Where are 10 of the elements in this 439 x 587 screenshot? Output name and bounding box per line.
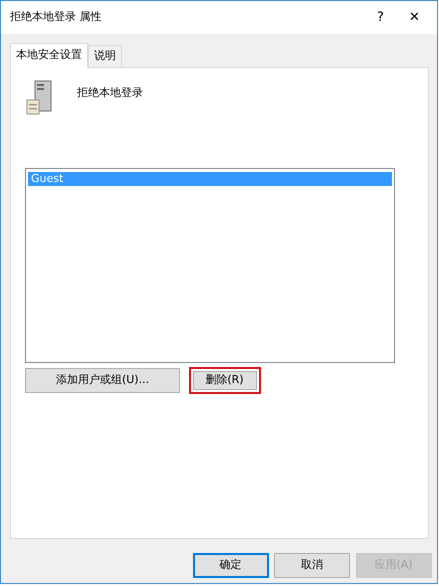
remove-button[interactable]: 删除(R) [188, 367, 260, 394]
cancel-button[interactable]: 取消 [274, 552, 350, 578]
tab[interactable]: 说明 [88, 45, 122, 66]
help-button[interactable]: ? [364, 8, 398, 28]
ok-button[interactable]: 确定 [192, 552, 268, 578]
window-title: 拒绝本地登录 属性 [10, 9, 102, 26]
policy-name: 拒绝本地登录 [77, 85, 143, 101]
add-button[interactable]: 添加用户或组(U)... [25, 368, 180, 393]
tab[interactable]: 本地安全设置 [10, 43, 88, 68]
close-button[interactable]: ✕ [398, 8, 432, 28]
